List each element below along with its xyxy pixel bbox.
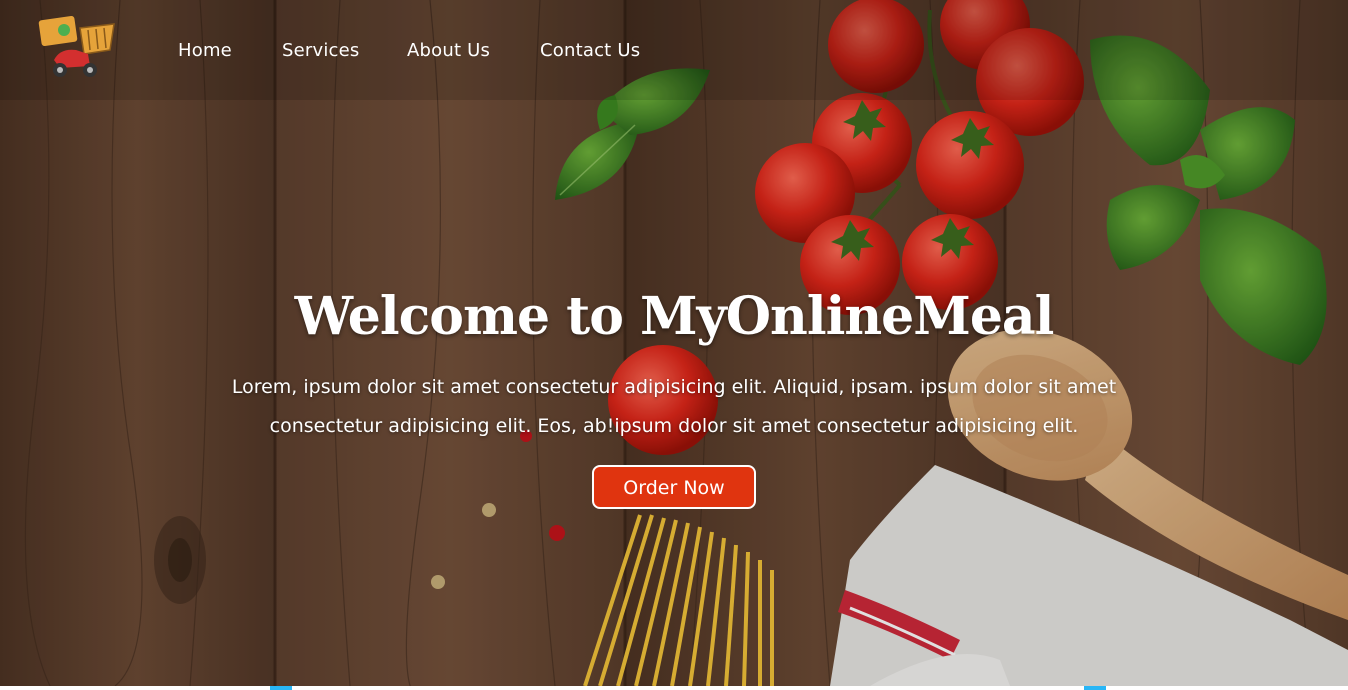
hero-content: Welcome to MyOnlineMeal Lorem, ipsum dol… — [150, 280, 1198, 509]
delivery-scooter-logo-icon[interactable] — [36, 14, 118, 80]
hero-description: Lorem, ipsum dolor sit amet consectetur … — [231, 376, 1117, 437]
hero-title: Welcome to MyOnlineMeal — [294, 286, 1055, 347]
accent-mark-right — [1084, 686, 1106, 690]
navbar: Home Services About Us Contact Us — [0, 0, 1348, 100]
nav-link-services[interactable]: Services — [282, 40, 360, 61]
bottom-strip — [0, 686, 1348, 690]
nav-link-about-us[interactable]: About Us — [407, 40, 490, 61]
nav-link-home[interactable]: Home — [178, 40, 232, 61]
hero-section: Home Services About Us Contact Us Welcom… — [0, 0, 1348, 686]
accent-mark-left — [270, 686, 292, 690]
nav-link-contact-us[interactable]: Contact Us — [540, 40, 640, 61]
order-now-button[interactable]: Order Now — [592, 465, 756, 509]
